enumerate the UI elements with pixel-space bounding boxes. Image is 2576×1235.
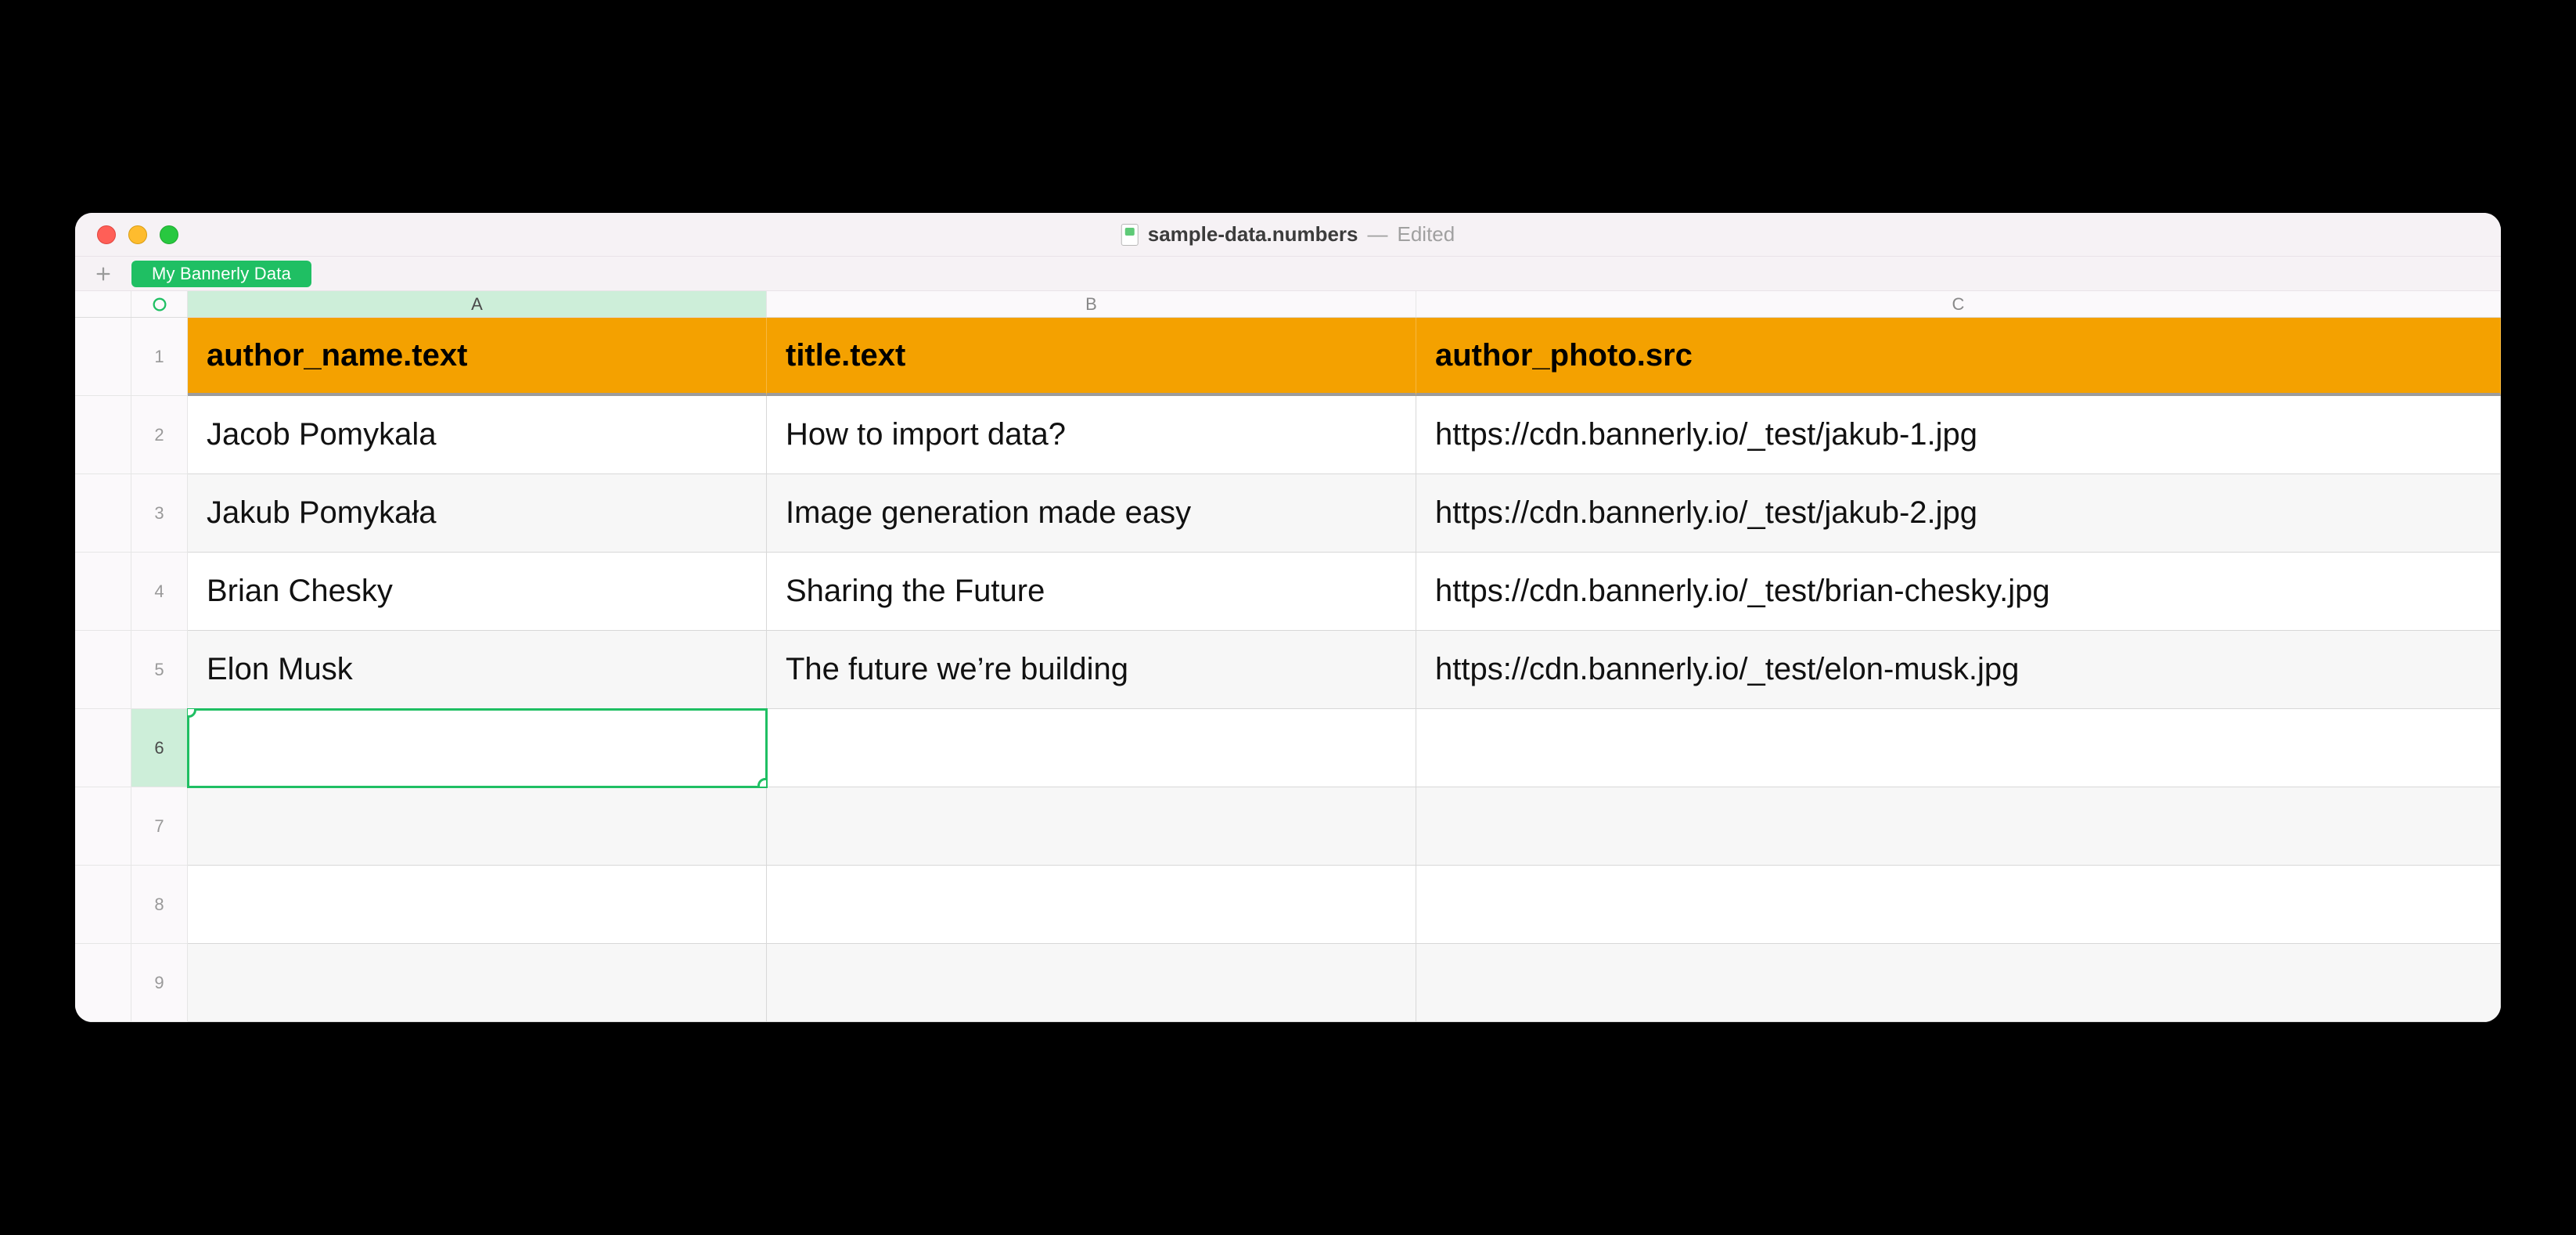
- row-gutter: [75, 631, 131, 709]
- plus-icon: [95, 265, 112, 283]
- table-body: 1 author_name.text title.text author_pho…: [75, 318, 2501, 1022]
- row-gutter: [75, 709, 131, 787]
- column-header-a[interactable]: A: [188, 291, 767, 317]
- row-gutter: [75, 866, 131, 944]
- minimize-button[interactable]: [128, 225, 147, 244]
- header-cell[interactable]: title.text: [767, 318, 1416, 396]
- row-gutter: [75, 944, 131, 1022]
- data-cell[interactable]: [1416, 787, 2501, 866]
- row-number[interactable]: 5: [131, 631, 188, 709]
- data-cell[interactable]: https://cdn.bannerly.io/_test/elon-musk.…: [1416, 631, 2501, 709]
- data-cell[interactable]: Brian Chesky: [188, 553, 767, 631]
- row-number[interactable]: 6: [131, 709, 188, 787]
- traffic-lights: [75, 225, 178, 244]
- row-gutter: [75, 396, 131, 474]
- table-row: 4 Brian Chesky Sharing the Future https:…: [75, 553, 2501, 631]
- data-cell[interactable]: [188, 944, 767, 1022]
- table-row: 5 Elon Musk The future we’re building ht…: [75, 631, 2501, 709]
- data-cell[interactable]: How to import data?: [767, 396, 1416, 474]
- add-sheet-button[interactable]: [86, 261, 121, 287]
- column-header-c[interactable]: C: [1416, 291, 2501, 317]
- select-all-handle[interactable]: [131, 291, 188, 317]
- data-cell[interactable]: https://cdn.bannerly.io/_test/jakub-2.jp…: [1416, 474, 2501, 553]
- data-cell[interactable]: [188, 787, 767, 866]
- row-gutter: [75, 553, 131, 631]
- data-cell[interactable]: Sharing the Future: [767, 553, 1416, 631]
- data-cell[interactable]: The future we’re building: [767, 631, 1416, 709]
- data-cell[interactable]: [767, 787, 1416, 866]
- document-name: sample-data.numbers: [1148, 222, 1358, 247]
- table-row: 1 author_name.text title.text author_pho…: [75, 318, 2501, 396]
- table-row: 9: [75, 944, 2501, 1022]
- row-number[interactable]: 7: [131, 787, 188, 866]
- data-cell[interactable]: [1416, 866, 2501, 944]
- table-row: 3 Jakub Pomykała Image generation made e…: [75, 474, 2501, 553]
- row-number[interactable]: 1: [131, 318, 188, 396]
- row-number[interactable]: 8: [131, 866, 188, 944]
- data-cell[interactable]: https://cdn.bannerly.io/_test/jakub-1.jp…: [1416, 396, 2501, 474]
- row-number[interactable]: 9: [131, 944, 188, 1022]
- data-cell[interactable]: [1416, 709, 2501, 787]
- data-cell[interactable]: Image generation made easy: [767, 474, 1416, 553]
- document-icon: [1121, 224, 1139, 246]
- document-status: Edited: [1398, 222, 1455, 247]
- spreadsheet: A B C 1 author_name.text title.text auth…: [75, 291, 2501, 1022]
- data-cell[interactable]: Elon Musk: [188, 631, 767, 709]
- data-cell-selected[interactable]: [188, 709, 767, 787]
- row-gutter: [75, 787, 131, 866]
- close-button[interactable]: [97, 225, 116, 244]
- table-row: 2 Jacob Pomykala How to import data? htt…: [75, 396, 2501, 474]
- table-row: 8: [75, 866, 2501, 944]
- sheet-tab-bar: My Bannerly Data: [75, 257, 2501, 291]
- header-cell[interactable]: author_name.text: [188, 318, 767, 396]
- data-cell[interactable]: Jacob Pomykala: [188, 396, 767, 474]
- zoom-button[interactable]: [160, 225, 178, 244]
- row-number[interactable]: 4: [131, 553, 188, 631]
- title-separator: —: [1368, 222, 1388, 247]
- column-header-b[interactable]: B: [767, 291, 1416, 317]
- table-row: 7: [75, 787, 2501, 866]
- row-number[interactable]: 3: [131, 474, 188, 553]
- data-cell[interactable]: [767, 944, 1416, 1022]
- titlebar: sample-data.numbers — Edited: [75, 213, 2501, 257]
- data-cell[interactable]: [767, 866, 1416, 944]
- row-gutter: [75, 318, 131, 396]
- table-row: 6: [75, 709, 2501, 787]
- row-number[interactable]: 2: [131, 396, 188, 474]
- data-cell[interactable]: [767, 709, 1416, 787]
- circle-icon: [151, 296, 168, 313]
- sheet-tab-active[interactable]: My Bannerly Data: [131, 261, 311, 287]
- column-header-row: A B C: [75, 291, 2501, 318]
- data-cell[interactable]: Jakub Pomykała: [188, 474, 767, 553]
- corner-cell: [75, 291, 131, 317]
- header-cell[interactable]: author_photo.src: [1416, 318, 2501, 396]
- app-window: sample-data.numbers — Edited My Bannerly…: [75, 213, 2501, 1022]
- window-title: sample-data.numbers — Edited: [1121, 222, 1455, 247]
- row-gutter: [75, 474, 131, 553]
- data-cell[interactable]: [188, 866, 767, 944]
- data-cell[interactable]: https://cdn.bannerly.io/_test/brian-ches…: [1416, 553, 2501, 631]
- data-cell[interactable]: [1416, 944, 2501, 1022]
